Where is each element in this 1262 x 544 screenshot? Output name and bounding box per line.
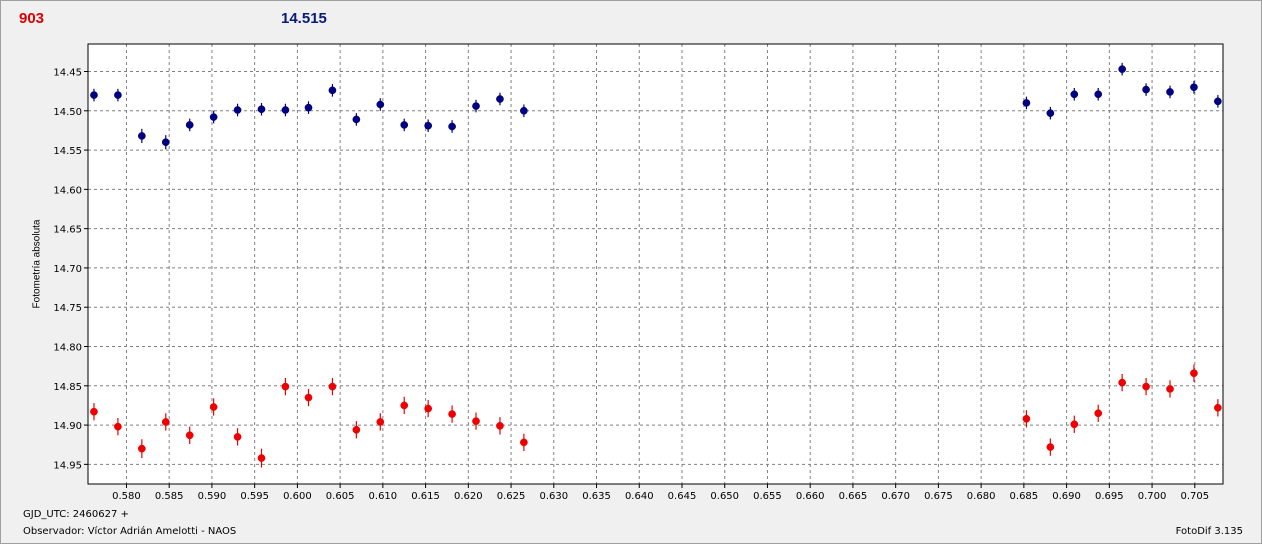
chart-window: 903 14.515 0.580 0.585 0.590 0.595 0.600 0.60… <box>0 0 1262 544</box>
data-point <box>1070 420 1079 429</box>
data-point <box>1094 90 1103 99</box>
data-point <box>1166 88 1174 96</box>
x-tick-label: 0.625 <box>497 491 526 501</box>
data-point <box>400 121 409 129</box>
data-point <box>1022 99 1031 107</box>
data-point <box>496 95 504 103</box>
data-point <box>90 407 98 416</box>
x-tick-label: 0.635 <box>582 491 611 501</box>
data-point <box>185 121 194 129</box>
data-point <box>520 106 528 115</box>
x-tick-label: 0.620 <box>454 491 483 501</box>
data-point <box>257 454 266 462</box>
data-point <box>400 401 409 410</box>
data-point <box>1046 109 1055 117</box>
y-tick-label: 14.90 <box>53 421 82 432</box>
y-tick-label: 14.70 <box>53 264 82 275</box>
data-point <box>304 393 313 402</box>
data-point <box>161 418 170 426</box>
data-point <box>304 103 313 112</box>
x-tick-label: 0.705 <box>1180 491 1209 501</box>
data-point <box>281 382 290 391</box>
data-point <box>1046 443 1055 451</box>
x-tick-label: 0.695 <box>1095 491 1124 501</box>
y-tick-label: 14.50 <box>53 107 82 118</box>
x-tick-label: 0.680 <box>967 491 996 501</box>
x-tick-label: 0.615 <box>411 491 440 501</box>
x-tick-label: 0.595 <box>240 491 269 501</box>
data-point <box>520 438 528 447</box>
software-version-label: FotoDif 3.135 <box>1175 526 1243 537</box>
data-point <box>352 425 361 434</box>
data-point <box>424 404 433 413</box>
x-tick-label: 0.685 <box>1010 491 1039 501</box>
data-point <box>1190 369 1198 378</box>
data-point <box>137 444 146 453</box>
y-tick-label: 14.60 <box>53 185 82 196</box>
observer-label: Observador: Víctor Adrián Amelotti - NAO… <box>23 526 237 537</box>
data-point <box>472 102 480 110</box>
data-point <box>1022 414 1031 423</box>
y-tick-label: 14.65 <box>53 225 82 236</box>
x-tick-label: 0.700 <box>1138 491 1167 501</box>
x-tick-label: 0.690 <box>1052 491 1081 501</box>
y-tick-label: 14.75 <box>53 303 82 314</box>
data-point <box>209 403 218 411</box>
data-point <box>496 422 504 430</box>
data-point <box>209 113 218 121</box>
data-point <box>137 132 146 140</box>
data-point <box>1118 65 1126 73</box>
data-point <box>1214 403 1222 412</box>
x-tick-label: 0.585 <box>155 491 184 501</box>
x-tick-label: 0.605 <box>326 491 355 501</box>
data-point <box>1166 385 1174 393</box>
y-tick-label: 14.80 <box>53 343 82 354</box>
data-point <box>448 410 456 418</box>
x-tick-label: 0.580 <box>112 491 141 501</box>
x-tick-label: 0.655 <box>753 491 782 501</box>
x-tick-label: 0.600 <box>283 491 312 501</box>
data-point <box>424 121 433 130</box>
data-point <box>281 106 290 114</box>
data-point <box>328 382 337 391</box>
y-tick-label: 14.85 <box>53 382 82 393</box>
data-point <box>161 138 170 147</box>
data-point <box>1142 382 1150 391</box>
chart-plot: 0.580 0.585 0.590 0.595 0.600 0.605 0.610 0.615… <box>53 43 1224 501</box>
x-tick-label: 0.665 <box>839 491 868 501</box>
data-point <box>376 418 385 426</box>
data-point <box>233 106 242 114</box>
y-axis-label: Fotometría absoluta <box>31 219 43 309</box>
x-tick-label: 0.610 <box>369 491 398 501</box>
gjd-label: GJD_UTC: 2460627 + <box>23 509 129 520</box>
y-tick-label: 14.45 <box>53 68 82 79</box>
x-tick-label: 0.590 <box>198 491 227 501</box>
data-point <box>328 86 337 95</box>
data-point <box>257 105 266 114</box>
x-tick-label: 0.670 <box>881 491 910 501</box>
x-tick-label: 0.650 <box>710 491 739 501</box>
data-point <box>1070 90 1079 99</box>
y-tick-label: 14.55 <box>53 146 82 157</box>
data-point <box>1214 97 1222 106</box>
x-tick-label: 0.630 <box>539 491 568 501</box>
x-tick-label: 0.640 <box>625 491 654 501</box>
data-point <box>1142 85 1150 94</box>
data-point <box>1118 378 1126 387</box>
x-tick-label: 0.660 <box>796 491 825 501</box>
data-point <box>1190 83 1198 92</box>
data-point <box>233 433 242 441</box>
y-tick-label: 14.95 <box>53 460 82 471</box>
data-point <box>185 431 194 440</box>
x-tick-label: 0.645 <box>668 491 697 501</box>
data-point <box>352 115 361 124</box>
data-point <box>448 122 456 131</box>
data-point <box>472 417 480 425</box>
data-point <box>114 422 122 431</box>
data-point <box>1094 409 1103 418</box>
data-point <box>114 91 122 99</box>
data-point <box>376 100 385 109</box>
data-point <box>90 91 98 99</box>
x-tick-label: 0.675 <box>924 491 953 501</box>
